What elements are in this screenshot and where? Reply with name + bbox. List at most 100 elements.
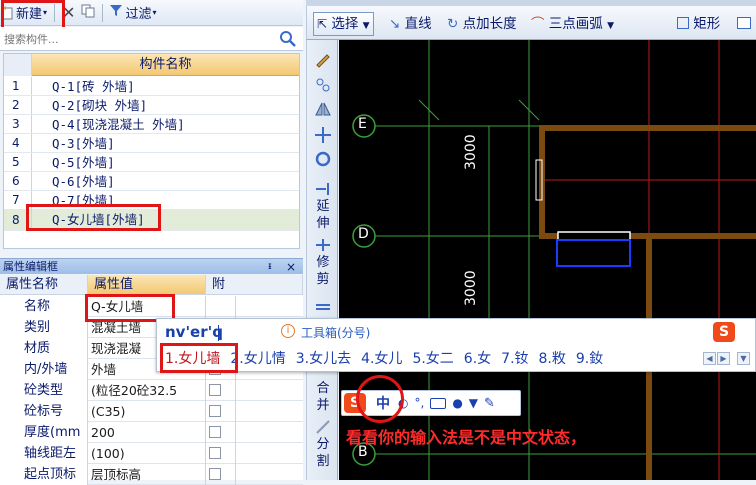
ime-toolbox-hint[interactable]: 工具箱(分号) xyxy=(301,324,370,341)
search-bar xyxy=(0,27,303,51)
attach-checkbox[interactable] xyxy=(209,468,221,480)
ime-next-page-icon[interactable]: ▶ xyxy=(717,352,730,365)
property-name: 起点顶标 xyxy=(0,464,88,485)
ime-candidate[interactable]: 2.女儿情 xyxy=(230,349,285,369)
point-length-button[interactable]: ↻ 点加长度 xyxy=(447,14,517,34)
ime-candidate-window: nv'er'q i 工具箱(分号) S 1.女儿墙 2.女儿情 3.女儿去 4.… xyxy=(156,318,756,372)
property-name: 砼类型 xyxy=(0,380,88,401)
table-row[interactable]: 3 Q-4[现浇混凝土 外墙] xyxy=(4,115,299,134)
three-point-arc-button[interactable]: ⌒ 三点画弧 ▼ xyxy=(531,14,614,34)
trim-icon[interactable] xyxy=(314,236,332,254)
property-name: 名称 xyxy=(0,296,88,317)
table-row[interactable]: 2 Q-2[砌块 外墙] xyxy=(4,96,299,115)
ime-composition-text: nv'er'q xyxy=(165,323,223,341)
table-row[interactable]: 6 Q-6[外墙] xyxy=(4,172,299,191)
ime-candidate[interactable]: 9.釹 xyxy=(576,349,603,369)
ime-caret xyxy=(218,325,219,341)
split-icon[interactable] xyxy=(314,418,332,436)
property-row: 厚度(mm 200 xyxy=(0,422,303,443)
copy-icon[interactable] xyxy=(314,76,332,94)
component-name-header[interactable]: 构件名称 xyxy=(32,54,299,76)
ime-candidate[interactable]: 7.钕 xyxy=(501,349,528,369)
search-input[interactable] xyxy=(4,30,276,48)
more-tool-button[interactable] xyxy=(737,14,751,34)
search-icon[interactable] xyxy=(279,30,297,48)
component-name: Q-2[砌块 外墙] xyxy=(52,98,148,113)
ime-candidate[interactable]: 8.敉 xyxy=(539,349,566,369)
toolbar-divider xyxy=(102,3,104,22)
row-number: 2 xyxy=(4,96,32,114)
axis-label-e: E xyxy=(358,116,367,132)
attach-checkbox[interactable] xyxy=(209,447,221,459)
punctuation-icon[interactable]: °, xyxy=(414,396,424,410)
split-label[interactable]: 分割 xyxy=(313,436,333,470)
rotate-icon[interactable] xyxy=(314,150,332,168)
merge-label[interactable]: 合并 xyxy=(313,380,333,414)
property-value-field[interactable]: (C35) xyxy=(88,401,206,422)
sogou-logo-icon: S xyxy=(713,322,735,342)
attach-checkbox[interactable] xyxy=(209,384,221,396)
trim-label[interactable]: 修剪 xyxy=(313,254,333,288)
axis-label-d: D xyxy=(358,226,369,242)
panel-icon xyxy=(737,17,751,29)
property-name: 类别 xyxy=(0,317,88,338)
annotation-text: 看看你的输入法是不是中文状态， xyxy=(346,428,587,447)
table-row[interactable]: 1 Q-1[砖 外墙] xyxy=(4,77,299,96)
line-icon: ↘ xyxy=(389,16,401,32)
property-name: 材质 xyxy=(0,338,88,359)
mirror-icon[interactable] xyxy=(314,100,332,118)
table-row[interactable]: 4 Q-3[外墙] xyxy=(4,134,299,153)
property-value-field[interactable]: 层顶标高 xyxy=(88,464,206,485)
copy-button[interactable] xyxy=(78,2,98,24)
info-icon: i xyxy=(281,324,295,338)
property-name: 砼标号 xyxy=(0,401,88,422)
filter-button-label: 过滤 xyxy=(125,7,152,22)
attach-checkbox[interactable] xyxy=(209,426,221,438)
table-row[interactable]: 5 Q-5[外墙] xyxy=(4,153,299,172)
rectangle-icon xyxy=(677,17,689,29)
component-name: Q-5[外墙] xyxy=(52,155,115,170)
component-name: Q-3[外墙] xyxy=(52,136,115,151)
ime-candidate[interactable]: 4.女儿 xyxy=(361,349,402,369)
component-name: Q-4[现浇混凝土 外墙] xyxy=(52,117,185,132)
row-number: 1 xyxy=(4,77,32,95)
line-button[interactable]: ↘ 直线 xyxy=(389,14,432,34)
select-button[interactable]: ⇱ 选择 ▼ xyxy=(313,12,374,36)
keyboard-icon[interactable] xyxy=(430,397,447,409)
row-number: 3 xyxy=(4,115,32,133)
wrench-icon[interactable]: ✎ xyxy=(484,396,495,411)
shirt-icon[interactable]: ▼ xyxy=(469,396,478,410)
property-value-field[interactable]: (100) xyxy=(88,443,206,464)
extend-label[interactable]: 延伸 xyxy=(313,198,333,232)
property-value-field[interactable]: (粒径20砼32.5 xyxy=(88,380,206,401)
ime-candidate[interactable]: 3.女儿去 xyxy=(296,349,351,369)
rectangle-button[interactable]: 矩形 xyxy=(677,14,720,34)
row-number-header xyxy=(4,54,32,76)
chevron-down-icon: ▼ xyxy=(362,21,370,31)
move-icon[interactable] xyxy=(314,126,332,144)
ime-candidate[interactable]: 6.女 xyxy=(464,349,491,369)
property-row: 起点顶标 层顶标高 xyxy=(0,464,303,485)
ime-candidate[interactable]: 5.女二 xyxy=(412,349,453,369)
component-list-header: 构件名称 xyxy=(4,54,299,76)
ime-expand-icon[interactable]: ▼ xyxy=(737,352,750,365)
filter-button[interactable]: 过滤 ▾ xyxy=(107,2,159,24)
break-icon[interactable] xyxy=(314,298,332,316)
property-row: 轴线距左 (100) xyxy=(0,443,303,464)
close-icon[interactable]: × xyxy=(286,259,296,275)
pin-icon[interactable]: ᵻ xyxy=(268,259,272,275)
property-value-field[interactable]: 200 xyxy=(88,422,206,443)
user-icon[interactable]: ● xyxy=(452,396,462,410)
point-length-button-label: 点加长度 xyxy=(462,16,517,32)
ime-prev-page-icon[interactable]: ◀ xyxy=(703,352,716,365)
point-length-icon: ↻ xyxy=(447,16,459,32)
attach-checkbox[interactable] xyxy=(209,405,221,417)
arc-icon: ⌒ xyxy=(531,16,545,32)
extend-icon[interactable] xyxy=(314,180,332,198)
property-name: 厚度(mm xyxy=(0,422,88,443)
component-name: Q-1[砖 外墙] xyxy=(52,79,135,94)
edit-toolbar: 延伸 修剪 合并 分割 xyxy=(306,40,338,480)
copy-icon xyxy=(81,4,95,22)
property-row: 砼类型 (粒径20砼32.5 xyxy=(0,380,303,401)
pencil-icon[interactable] xyxy=(314,50,332,68)
